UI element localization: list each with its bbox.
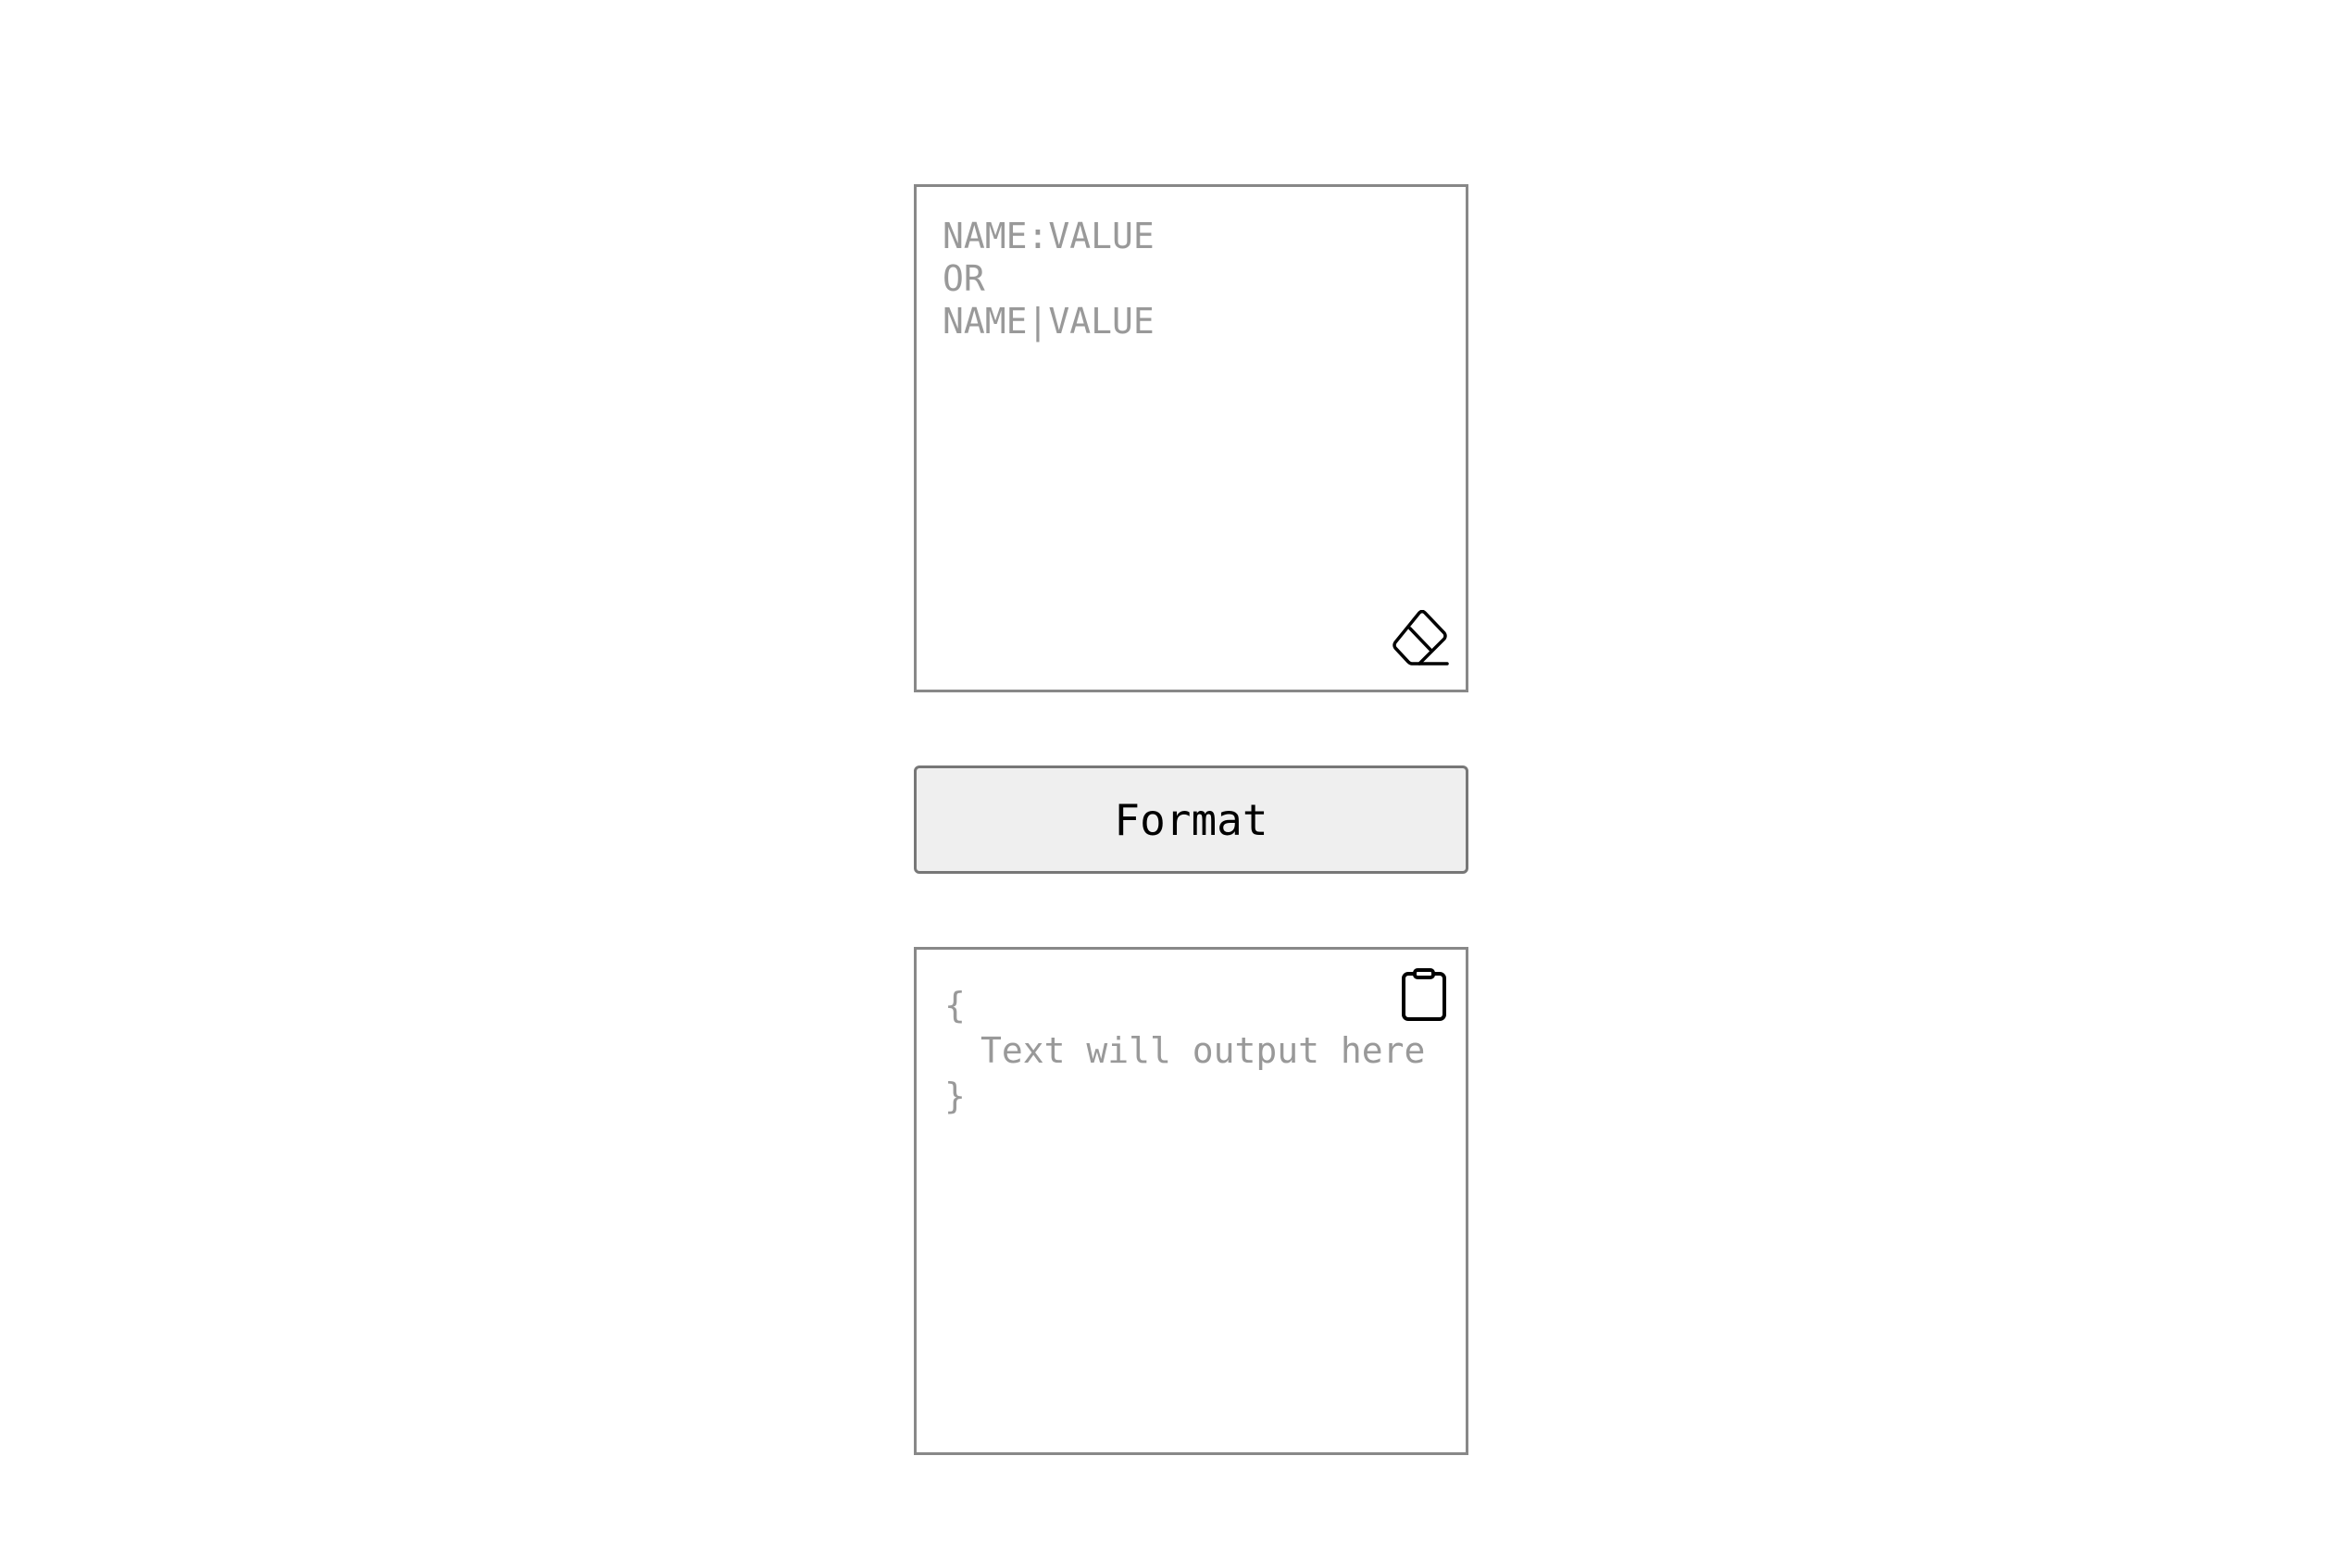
eraser-icon[interactable] xyxy=(1392,610,1451,667)
output-area[interactable]: {Text will output here} xyxy=(914,947,1468,1455)
format-button[interactable]: Format xyxy=(914,765,1468,874)
clipboard-icon[interactable] xyxy=(1401,968,1447,1022)
output-text: {Text will output here} xyxy=(944,985,1426,1116)
input-placeholder: NAME:VALUE OR NAME|VALUE xyxy=(943,216,1155,342)
input-textarea[interactable]: NAME:VALUE OR NAME|VALUE xyxy=(914,184,1468,692)
